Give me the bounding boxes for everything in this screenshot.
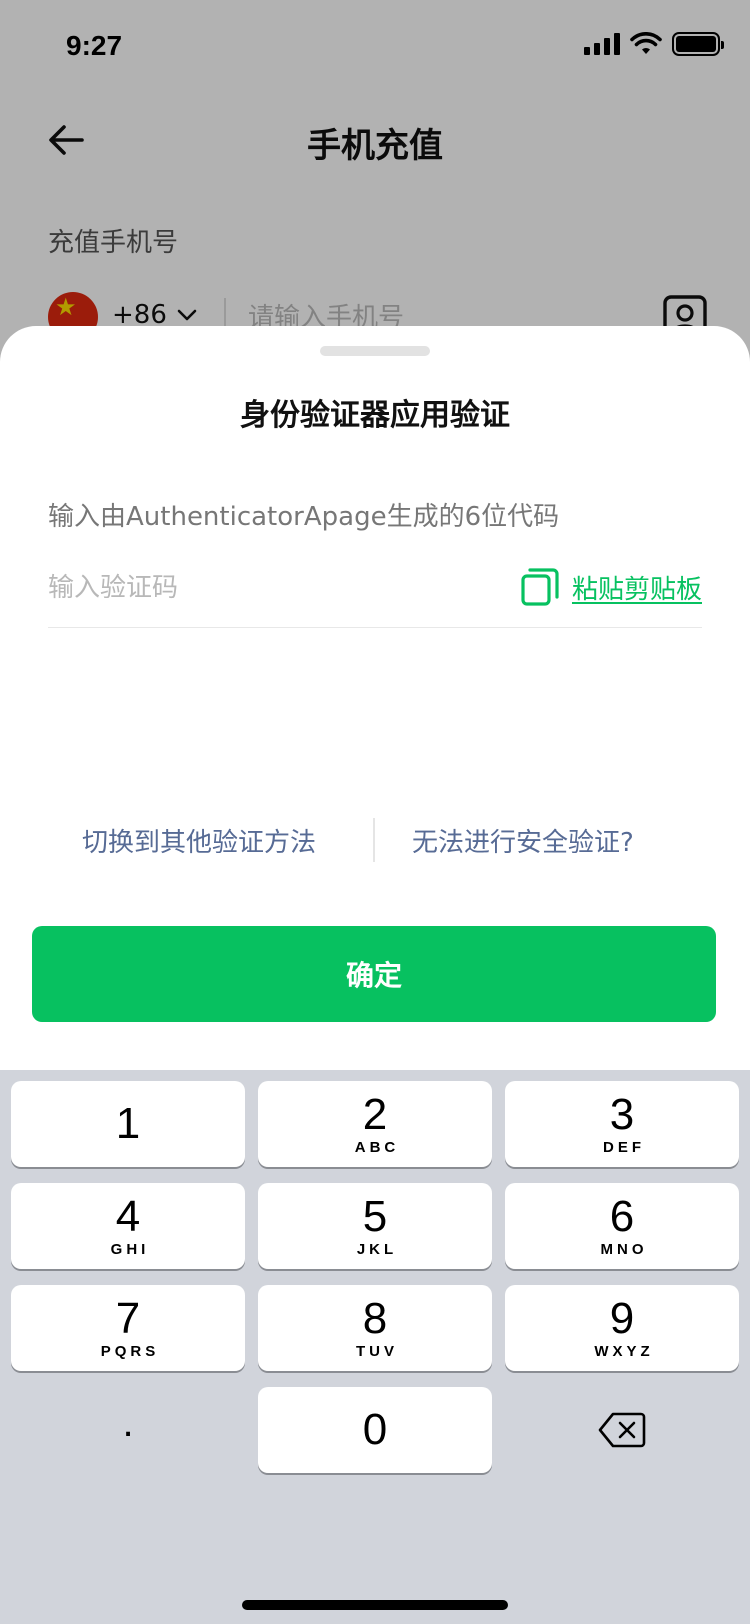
key-dot[interactable]: . xyxy=(11,1387,245,1473)
key-2[interactable]: 2 ABC xyxy=(258,1081,492,1167)
key-letters: GHI xyxy=(110,1241,150,1258)
sheet-title: 身份验证器应用验证 xyxy=(240,398,510,433)
copy-icon xyxy=(521,568,559,606)
key-digit: 0 xyxy=(362,1405,388,1454)
alternative-links: 切换到其他验证方法 无法进行安全验证? xyxy=(0,818,750,868)
key-digit: 9 xyxy=(609,1294,635,1343)
key-3[interactable]: 3 DEF xyxy=(505,1081,739,1167)
sheet-grabber[interactable] xyxy=(320,346,430,356)
home-indicator xyxy=(242,1600,508,1610)
key-digit: 3 xyxy=(609,1090,635,1139)
key-6[interactable]: 6 MNO xyxy=(505,1183,739,1269)
paste-clipboard-label: 粘贴剪贴板 xyxy=(571,574,702,605)
verification-sheet: 身份验证器应用验证 输入由AuthenticatorApage生成的6位代码 粘… xyxy=(0,326,750,1070)
delete-key[interactable] xyxy=(505,1387,739,1473)
verification-code-input[interactable] xyxy=(48,566,468,610)
key-digit: 4 xyxy=(115,1192,141,1241)
confirm-button[interactable]: 确定 xyxy=(32,926,716,1022)
key-letters: MNO xyxy=(600,1241,648,1258)
key-digit: 2 xyxy=(362,1090,388,1139)
numeric-keypad: 1 2 ABC 3 DEF 4 GHI 5 JKL 6 MNO 7 PQRS 8… xyxy=(0,1070,750,1624)
key-letters: DEF xyxy=(603,1139,645,1156)
switch-method-link[interactable]: 切换到其他验证方法 xyxy=(82,822,316,859)
sheet-description: 输入由AuthenticatorApage生成的6位代码 xyxy=(48,502,560,532)
key-digit: 8 xyxy=(362,1294,388,1343)
key-8[interactable]: 8 TUV xyxy=(258,1285,492,1371)
key-0[interactable]: 0 xyxy=(258,1387,492,1473)
key-letters: TUV xyxy=(356,1343,398,1360)
key-digit: 1 xyxy=(115,1099,141,1148)
backspace-icon xyxy=(598,1412,646,1448)
links-divider xyxy=(373,818,375,862)
key-9[interactable]: 9 WXYZ xyxy=(505,1285,739,1371)
key-4[interactable]: 4 GHI xyxy=(11,1183,245,1269)
cannot-verify-link[interactable]: 无法进行安全验证? xyxy=(412,822,634,859)
key-digit: 5 xyxy=(362,1192,388,1241)
paste-clipboard-button[interactable]: 粘贴剪贴板 xyxy=(520,562,702,612)
key-1[interactable]: 1 xyxy=(11,1081,245,1167)
code-input-row: 粘贴剪贴板 xyxy=(48,558,702,628)
key-7[interactable]: 7 PQRS xyxy=(11,1285,245,1371)
key-letters: ABC xyxy=(354,1139,400,1156)
key-dot-label: . xyxy=(122,1401,134,1445)
key-digit: 7 xyxy=(115,1294,141,1343)
key-5[interactable]: 5 JKL xyxy=(258,1183,492,1269)
key-digit: 6 xyxy=(609,1192,635,1241)
key-letters: WXYZ xyxy=(594,1343,654,1360)
key-letters: PQRS xyxy=(100,1343,160,1360)
key-letters: JKL xyxy=(356,1241,398,1258)
